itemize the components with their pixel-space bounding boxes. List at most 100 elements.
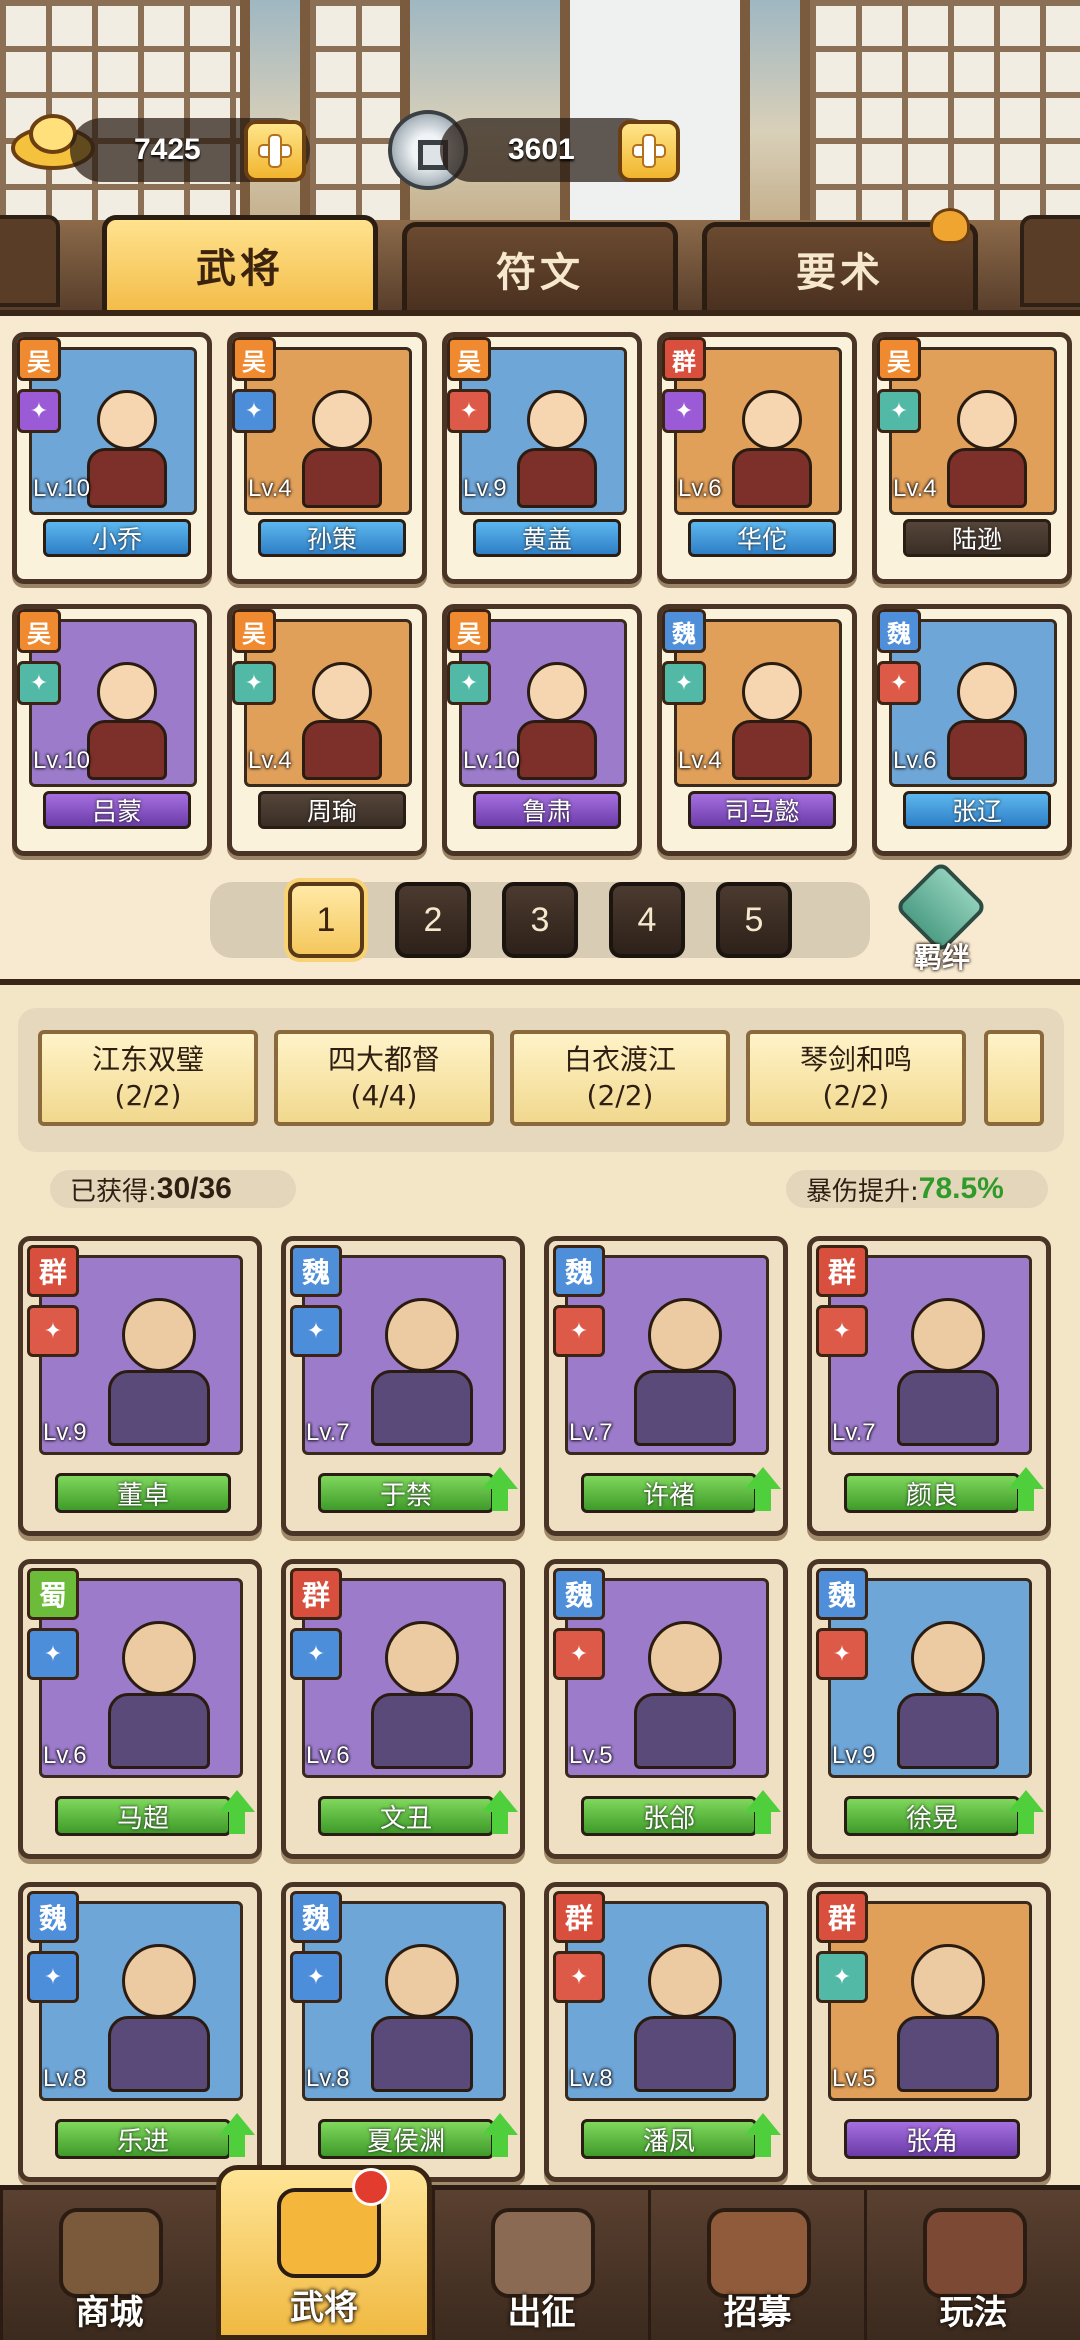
faction-badge: 吴 <box>447 337 491 381</box>
hero-level: Lv.6 <box>678 475 722 502</box>
page-button-2[interactable]: 2 <box>395 882 471 958</box>
scroll-right-tab[interactable] <box>1020 215 1080 307</box>
lineup-hero-card[interactable]: 魏 ✦ Lv.6 张辽 <box>872 604 1072 856</box>
hero-name: 张郃 <box>581 1796 757 1836</box>
upgrade-arrow-icon <box>745 2113 781 2161</box>
role-icon: ✦ <box>27 1628 79 1680</box>
hero-name: 周瑜 <box>258 791 406 829</box>
faction-badge: 吴 <box>232 337 276 381</box>
bond-title: 江东双璧 <box>91 1043 204 1076</box>
bond-chip[interactable]: 琴剑和鸣 (2/2) <box>746 1030 966 1126</box>
upgrade-arrow-icon <box>482 1790 518 1838</box>
lineup-hero-card[interactable]: 吴 ✦ Lv.10 小乔 <box>12 332 212 584</box>
role-icon: ✦ <box>290 1951 342 2003</box>
crit-label: 暴伤提升: <box>806 1176 919 1207</box>
page-button-1[interactable]: 1 <box>288 882 364 958</box>
hero-name: 吕蒙 <box>43 791 191 829</box>
hero-card[interactable]: 群 ✦ Lv.6 文丑 <box>281 1559 525 1859</box>
bond-title: 琴剑和鸣 <box>799 1043 912 1076</box>
hero-level: Lv.8 <box>569 2065 613 2092</box>
page-button-3[interactable]: 3 <box>502 882 578 958</box>
crit-bonus: 暴伤提升: 78.5% <box>786 1170 1048 1208</box>
lineup-hero-card[interactable]: 吴 ✦ Lv.4 陆逊 <box>872 332 1072 584</box>
hero-level: Lv.7 <box>569 1419 613 1446</box>
scroll-left-tab[interactable] <box>0 215 60 307</box>
hero-level: Lv.4 <box>893 475 937 502</box>
role-icon: ✦ <box>877 661 921 705</box>
faction-badge: 魏 <box>290 1245 342 1297</box>
role-icon: ✦ <box>816 1951 868 2003</box>
role-icon: ✦ <box>553 1628 605 1680</box>
hero-figure <box>893 1298 1003 1448</box>
add-coin-button[interactable] <box>618 120 680 182</box>
hero-card[interactable]: 魏 ✦ Lv.7 许褚 <box>544 1236 788 1536</box>
tab-runes[interactable]: 符文 <box>402 222 678 310</box>
bond-chip[interactable]: 四大都督 (4/4) <box>274 1030 494 1126</box>
hero-card[interactable]: 魏 ✦ Lv.9 徐晃 <box>807 1559 1051 1859</box>
bond-chip-partial[interactable] <box>984 1030 1044 1126</box>
bond-button[interactable]: 羁绊 <box>894 860 990 974</box>
lineup-hero-card[interactable]: 吴 ✦ Lv.10 鲁肃 <box>442 604 642 856</box>
hero-card[interactable]: 群 ✦ Lv.5 张角 <box>807 1882 1051 2182</box>
hero-card[interactable]: 群 ✦ Lv.8 潘凤 <box>544 1882 788 2182</box>
hero-card[interactable]: 群 ✦ Lv.9 董卓 <box>18 1236 262 1536</box>
hero-figure <box>104 1298 214 1448</box>
add-gold-button[interactable] <box>244 120 306 182</box>
tab-generals[interactable]: 武将 <box>102 215 378 310</box>
faction-badge: 魏 <box>662 609 706 653</box>
hero-figure <box>367 1944 477 2094</box>
coin-value: 3601 <box>508 133 575 166</box>
hero-level: Lv.8 <box>306 2065 350 2092</box>
hero-name: 文丑 <box>318 1796 494 1836</box>
hero-figure <box>942 662 1032 782</box>
upgrade-arrow-icon <box>745 1467 781 1515</box>
faction-badge: 蜀 <box>27 1568 79 1620</box>
faction-badge: 群 <box>662 337 706 381</box>
lineup-hero-card[interactable]: 吴 ✦ Lv.9 黄盖 <box>442 332 642 584</box>
hero-figure <box>512 390 602 510</box>
hero-card[interactable]: 群 ✦ Lv.7 颜良 <box>807 1236 1051 1536</box>
notification-pouch-icon <box>930 208 970 244</box>
hero-card[interactable]: 魏 ✦ Lv.5 张郃 <box>544 1559 788 1859</box>
hero-level: Lv.7 <box>832 1419 876 1446</box>
obtained-count: 已获得: 30/36 <box>50 1170 296 1208</box>
faction-badge: 吴 <box>232 609 276 653</box>
nav-recruit[interactable]: 招募 <box>648 2190 864 2340</box>
hero-figure <box>297 390 387 510</box>
hero-level: Lv.8 <box>43 2065 87 2092</box>
upgrade-arrow-icon <box>219 2113 255 2161</box>
page-button-4[interactable]: 4 <box>609 882 685 958</box>
hero-card[interactable]: 蜀 ✦ Lv.6 马超 <box>18 1559 262 1859</box>
lineup-hero-card[interactable]: 群 ✦ Lv.6 华佗 <box>657 332 857 584</box>
hero-card[interactable]: 魏 ✦ Lv.8 乐进 <box>18 1882 262 2182</box>
notification-dot <box>352 2168 390 2206</box>
role-icon: ✦ <box>877 389 921 433</box>
hero-level: Lv.10 <box>463 747 520 774</box>
hero-name: 张角 <box>844 2119 1020 2159</box>
hero-card[interactable]: 魏 ✦ Lv.7 于禁 <box>281 1236 525 1536</box>
role-icon: ✦ <box>232 389 276 433</box>
hero-card[interactable]: 魏 ✦ Lv.8 夏侯渊 <box>281 1882 525 2182</box>
page-button-5[interactable]: 5 <box>716 882 792 958</box>
lineup-hero-card[interactable]: 魏 ✦ Lv.4 司马懿 <box>657 604 857 856</box>
role-icon: ✦ <box>662 661 706 705</box>
lineup-hero-card[interactable]: 吴 ✦ Lv.4 周瑜 <box>227 604 427 856</box>
hero-figure <box>727 390 817 510</box>
upgrade-arrow-icon <box>1008 1790 1044 1838</box>
bond-count: (2/2) <box>822 1079 890 1112</box>
obtained-value: 30/36 <box>156 1172 232 1205</box>
bond-title: 四大都督 <box>327 1043 440 1076</box>
role-icon: ✦ <box>553 1305 605 1357</box>
bond-chip[interactable]: 白衣渡江 (2/2) <box>510 1030 730 1126</box>
hero-level: Lv.10 <box>33 475 90 502</box>
nav-generals[interactable]: 武将 <box>216 2165 432 2340</box>
bond-chip[interactable]: 江东双璧 (2/2) <box>38 1030 258 1126</box>
lineup-hero-card[interactable]: 吴 ✦ Lv.10 吕蒙 <box>12 604 212 856</box>
nav-gameplay[interactable]: 玩法 <box>864 2190 1080 2340</box>
hero-name: 许褚 <box>581 1473 757 1513</box>
nav-label: 招募 <box>723 2293 792 2333</box>
faction-badge: 魏 <box>816 1568 868 1620</box>
lineup-hero-card[interactable]: 吴 ✦ Lv.4 孙策 <box>227 332 427 584</box>
nav-campaign[interactable]: 出征 <box>432 2190 648 2340</box>
nav-shop[interactable]: 商城 <box>0 2190 216 2340</box>
